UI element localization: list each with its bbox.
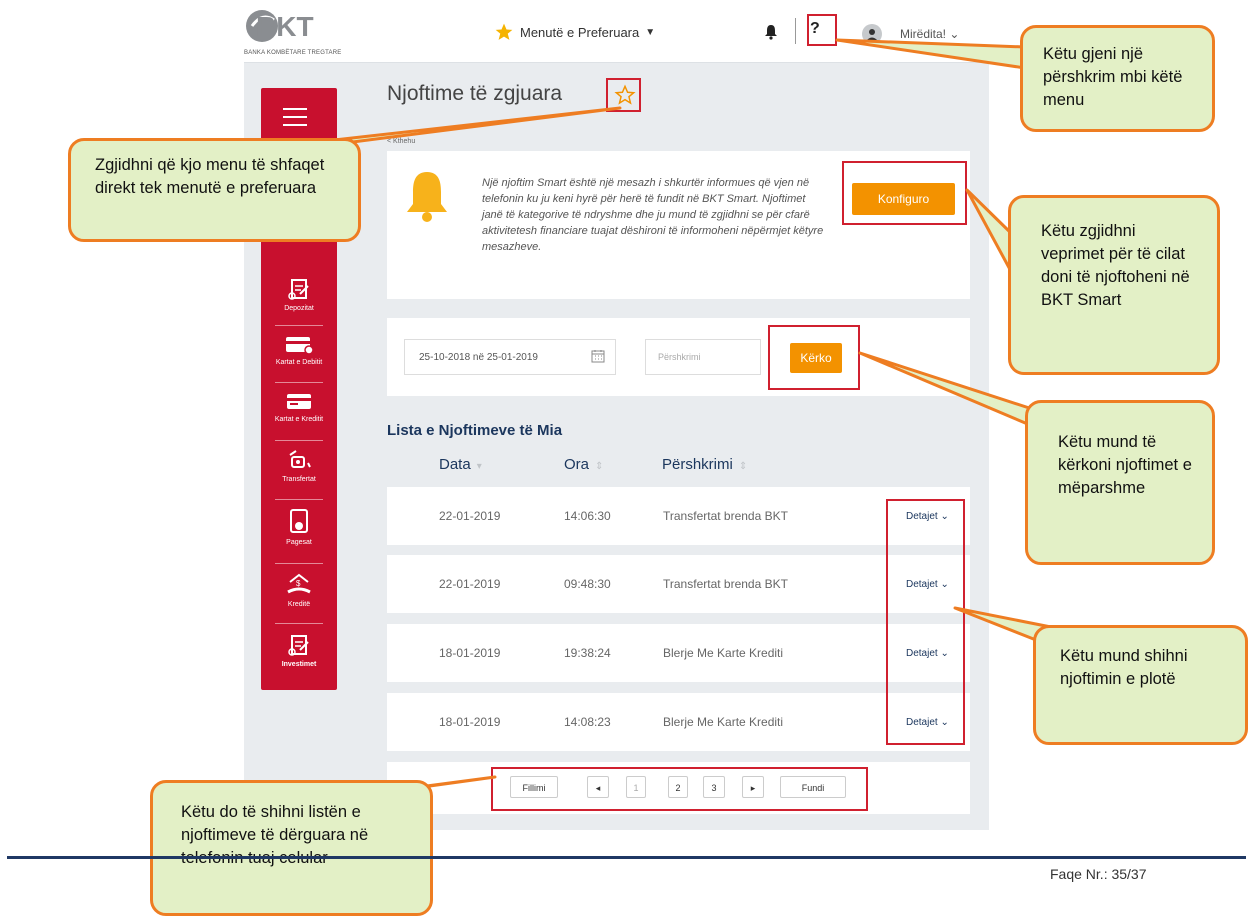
- page-number: Faqe Nr.: 35/37: [1050, 866, 1147, 882]
- callout-pointer: [965, 188, 1015, 277]
- footer-line: [7, 856, 1246, 859]
- callout-list: Këtu do të shihni listën e njoftimeve të…: [150, 780, 433, 916]
- callout-configure: Këtu zgjidhni veprimet për të cilat doni…: [1008, 195, 1220, 375]
- callout-pointer: [835, 38, 1027, 70]
- callout-favorite: Zgjidhni që kjo menu të shfaqet direkt t…: [68, 138, 361, 242]
- callout-search: Këtu mund të kërkoni njoftimet e mëparsh…: [1025, 400, 1215, 565]
- callout-details: Këtu mund shihni njoftimin e plotë: [1033, 625, 1248, 745]
- callout-help: Këtu gjeni një përshkrim mbi këtë menu: [1020, 25, 1215, 132]
